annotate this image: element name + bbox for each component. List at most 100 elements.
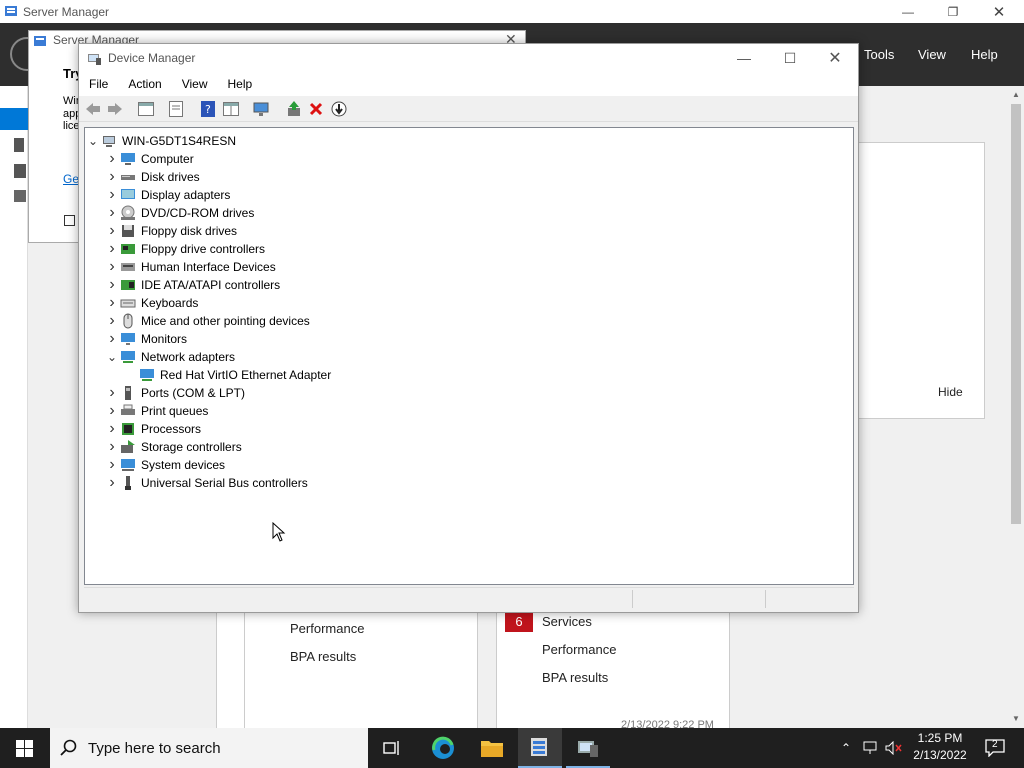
server-manager-scrollbar[interactable]: ▲ ▼ (1008, 86, 1024, 728)
chevron-right-icon[interactable]: › (104, 438, 120, 456)
help-icon[interactable]: ? (199, 100, 217, 118)
file-explorer-icon[interactable] (470, 728, 514, 768)
scrollbar-thumb[interactable] (1011, 104, 1021, 524)
dm-maximize-button[interactable]: ☐ (767, 44, 813, 72)
tile-left-performance[interactable]: Performance (290, 621, 364, 636)
tile-right-bpa[interactable]: BPA results (542, 670, 608, 685)
chevron-right-icon[interactable]: › (104, 402, 120, 420)
tile-right-services[interactable]: Services (542, 614, 592, 629)
edge-browser-icon[interactable] (421, 728, 465, 768)
clock-time: 1:25 PM (917, 731, 963, 745)
tree-category-dvd-drive[interactable]: › DVD/CD-ROM drives (104, 204, 254, 222)
tree-category-ide-controller[interactable]: › IDE ATA/ATAPI controllers (104, 276, 280, 294)
dialog-link[interactable]: Ge (63, 172, 79, 186)
tree-category-label: Human Interface Devices (141, 260, 276, 274)
notification-center-icon[interactable]: 2 (980, 728, 1010, 768)
chevron-right-icon[interactable]: › (104, 186, 120, 204)
chevron-down-icon[interactable]: ⌄ (104, 348, 120, 366)
dm-minimize-button[interactable]: — (721, 44, 767, 72)
menu-tools[interactable]: Tools (864, 23, 894, 86)
close-button[interactable]: ✕ (976, 0, 1022, 23)
tree-category-mouse[interactable]: › Mice and other pointing devices (104, 312, 309, 330)
tree-category-printer[interactable]: › Print queues (104, 402, 208, 420)
device-tree[interactable]: ⌄ WIN-G5DT1S4RESN › Computer › Disk drives ›… (84, 127, 854, 585)
dialog-checkbox[interactable] (64, 215, 75, 226)
local-server-nav-icon[interactable] (0, 134, 28, 156)
chevron-right-icon[interactable]: › (104, 294, 120, 312)
dm-close-button[interactable]: ✕ (812, 44, 858, 72)
chevron-right-icon[interactable]: › (104, 276, 120, 294)
server-group-tile-left[interactable]: Performance BPA results (244, 612, 478, 732)
tree-category-storage-controller[interactable]: › Storage controllers (104, 438, 241, 456)
mouse-cursor-icon (272, 522, 286, 542)
menu-action[interactable]: Action (118, 77, 171, 91)
tree-category-hid[interactable]: › Human Interface Devices (104, 258, 276, 276)
tree-category-display-adapter[interactable]: › Display adapters (104, 186, 230, 204)
chevron-right-icon[interactable]: › (104, 258, 120, 276)
tree-category-floppy-controller[interactable]: › Floppy drive controllers (104, 240, 265, 258)
server-manager-sidebar (0, 86, 28, 728)
chevron-right-icon[interactable]: › (104, 384, 120, 402)
tree-category-usb[interactable]: › Universal Serial Bus controllers (104, 474, 307, 492)
chevron-right-icon[interactable]: › (104, 168, 120, 186)
tree-category-floppy-drive[interactable]: › Floppy disk drives (104, 222, 237, 240)
update-driver-icon[interactable] (285, 100, 303, 118)
tile-left-bpa[interactable]: BPA results (290, 649, 356, 664)
taskbar-search-box[interactable]: Type here to search (50, 728, 368, 768)
server-group-tile-right[interactable]: 6 Services Performance BPA results 2/13/… (496, 610, 730, 732)
chevron-up-icon[interactable]: ⌃ (836, 728, 856, 768)
system-clock[interactable]: 1:25 PM 2/13/2022 (905, 730, 975, 766)
chevron-right-icon[interactable]: › (104, 204, 120, 222)
tree-category-network-adapter[interactable]: ⌄ Network adapters (104, 348, 235, 366)
tree-category-system-device[interactable]: › System devices (104, 456, 225, 474)
tree-category-monitor[interactable]: › Monitors (104, 330, 187, 348)
properties-icon[interactable] (167, 100, 185, 118)
dashboard-nav-icon[interactable] (0, 108, 28, 130)
minimize-button[interactable]: — (885, 0, 931, 23)
chevron-right-icon[interactable]: › (104, 222, 120, 240)
file-storage-nav-icon[interactable] (0, 186, 28, 208)
tree-category-port[interactable]: › Ports (COM & LPT) (104, 384, 245, 402)
chevron-right-icon[interactable]: › (104, 420, 120, 438)
tree-category-computer[interactable]: › Computer (104, 150, 193, 168)
chevron-right-icon[interactable]: › (104, 456, 120, 474)
chevron-right-icon[interactable]: › (104, 312, 120, 330)
all-servers-nav-icon[interactable] (0, 160, 28, 182)
device-manager-menubar: File Action View Help (79, 72, 858, 96)
forward-arrow-icon[interactable] (106, 100, 124, 118)
task-view-icon[interactable] (372, 728, 412, 768)
server-manager-taskbar-icon[interactable] (518, 728, 562, 768)
hide-link[interactable]: Hide (938, 385, 963, 399)
tree-category-label: Processors (141, 422, 202, 436)
action-pane-icon[interactable] (222, 100, 240, 118)
tree-root-node[interactable]: ⌄ WIN-G5DT1S4RESN (85, 132, 236, 150)
back-arrow-icon[interactable] (84, 100, 102, 118)
chevron-right-icon[interactable]: › (104, 150, 120, 168)
disable-device-icon[interactable] (330, 100, 348, 118)
device-manager-statusbar (84, 587, 854, 609)
start-button[interactable] (0, 728, 48, 768)
network-icon[interactable] (860, 728, 882, 768)
tile-right-performance[interactable]: Performance (542, 642, 616, 657)
menu-file[interactable]: File (79, 77, 118, 91)
chevron-right-icon[interactable]: › (104, 240, 120, 258)
menu-help[interactable]: Help (971, 23, 998, 86)
tree-device-node[interactable]: Red Hat VirtIO Ethernet Adapter (139, 366, 331, 384)
restore-button[interactable]: ❐ (930, 0, 976, 23)
chevron-right-icon[interactable]: › (104, 474, 120, 492)
computer-root-icon (101, 133, 117, 149)
uninstall-device-icon[interactable] (307, 100, 325, 118)
menu-view[interactable]: View (918, 23, 946, 86)
search-placeholder: Type here to search (88, 739, 221, 757)
show-hide-console-tree-icon[interactable] (137, 100, 155, 118)
menu-help[interactable]: Help (218, 77, 263, 91)
tree-category-disk-drive[interactable]: › Disk drives (104, 168, 199, 186)
volume-muted-icon[interactable] (883, 728, 905, 768)
tree-category-keyboard[interactable]: › Keyboards (104, 294, 198, 312)
chevron-right-icon[interactable]: › (104, 330, 120, 348)
device-manager-taskbar-icon[interactable] (566, 728, 610, 768)
tree-category-processor[interactable]: › Processors (104, 420, 201, 438)
menu-view[interactable]: View (172, 77, 218, 91)
scan-hardware-icon[interactable] (253, 100, 271, 118)
chevron-down-icon[interactable]: ⌄ (85, 132, 101, 150)
